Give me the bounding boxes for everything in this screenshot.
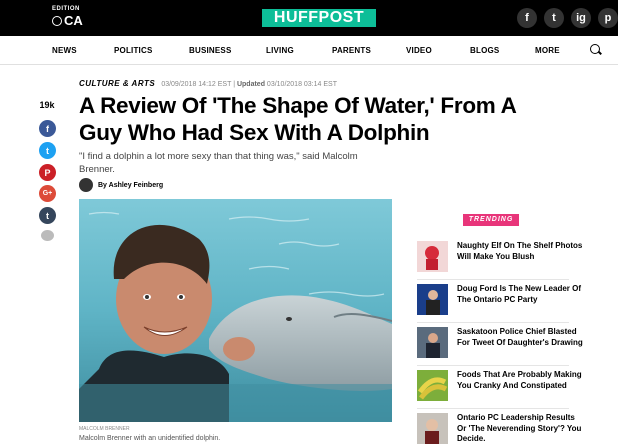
comment-icon[interactable] (41, 230, 54, 241)
top-bar: EDITION CA HUFFPOST f t ig p (0, 0, 618, 36)
trending-title[interactable]: Saskatoon Police Chief Blasted For Tweet… (457, 327, 583, 348)
author-avatar[interactable] (79, 178, 93, 192)
trending-thumb-image (417, 241, 448, 272)
article-photo[interactable] (79, 199, 392, 422)
pinterest-icon[interactable]: p (598, 8, 618, 28)
nav-item-news[interactable]: NEWS (52, 46, 77, 55)
nav-item-blogs[interactable]: BLOGS (470, 46, 499, 55)
twitter-icon[interactable]: t (544, 8, 564, 28)
instagram-icon[interactable]: ig (571, 8, 591, 28)
pinterest-share-icon[interactable]: P (39, 164, 56, 181)
nav-item-more[interactable]: MORE (535, 46, 560, 55)
search-icon[interactable] (590, 44, 600, 54)
nav-item-living[interactable]: LIVING (266, 46, 294, 55)
article-kicker: CULTURE & ARTS 03/09/2018 14:12 EST | Up… (79, 79, 337, 88)
twitter-share-icon[interactable]: t (39, 142, 56, 159)
published-date: 03/09/2018 14:12 EST (161, 81, 232, 88)
trending-title[interactable]: Doug Ford Is The New Leader Of The Ontar… (457, 284, 583, 305)
facebook-icon[interactable]: f (517, 8, 537, 28)
nav-item-video[interactable]: VIDEO (406, 46, 432, 55)
trending-label: TRENDING (463, 214, 519, 226)
dolphin-photo-image (79, 199, 392, 422)
photo-credit: MALCOLM BRENNER (79, 426, 130, 432)
updated-date: 03/10/2018 03:14 EST (266, 81, 337, 88)
edition-value: CA (64, 13, 83, 28)
divider (417, 408, 569, 409)
nav-item-politics[interactable]: POLITICS (114, 46, 153, 55)
nav-item-business[interactable]: BUSINESS (189, 46, 232, 55)
trending-title[interactable]: Foods That Are Probably Making You Crank… (457, 370, 583, 391)
main-nav: NEWS POLITICS BUSINESS LIVING PARENTS VI… (0, 36, 618, 65)
divider (417, 365, 569, 366)
divider (417, 322, 569, 323)
byline: By Ashley Feinberg (79, 178, 163, 192)
edition-label: EDITION (52, 6, 80, 12)
author-name[interactable]: By Ashley Feinberg (98, 182, 163, 189)
trending-thumb-image (417, 284, 448, 315)
updated-label: Updated (236, 81, 265, 88)
huffpost-logo[interactable]: HUFFPOST (262, 9, 376, 27)
header-social-links: f t ig p (517, 8, 618, 28)
tumblr-share-icon[interactable]: t (39, 207, 56, 224)
edition-selector[interactable]: EDITION CA (52, 6, 83, 28)
facebook-share-icon[interactable]: f (39, 120, 56, 137)
divider (417, 279, 569, 280)
share-count: 19k (39, 100, 55, 110)
trending-title[interactable]: Naughty Elf On The Shelf Photos Will Mak… (457, 241, 583, 262)
googleplus-share-icon[interactable]: G+ (39, 185, 56, 202)
article-dek: "I find a dolphin a lot more sexy than t… (79, 151, 358, 175)
nav-item-parents[interactable]: PARENTS (332, 46, 371, 55)
article-headline: A Review Of 'The Shape Of Water,' From A… (79, 93, 516, 145)
photo-caption: Malcolm Brenner with an unidentified dol… (79, 435, 221, 442)
share-rail: 19k f t P G+ t (38, 100, 56, 241)
trending-thumb-image (417, 413, 448, 444)
globe-icon (52, 15, 62, 26)
trending-title[interactable]: Ontario PC Leadership Results Or 'The Ne… (457, 413, 583, 445)
trending-thumb-image (417, 370, 448, 401)
trending-thumb-image (417, 327, 448, 358)
section-label[interactable]: CULTURE & ARTS (79, 79, 155, 88)
